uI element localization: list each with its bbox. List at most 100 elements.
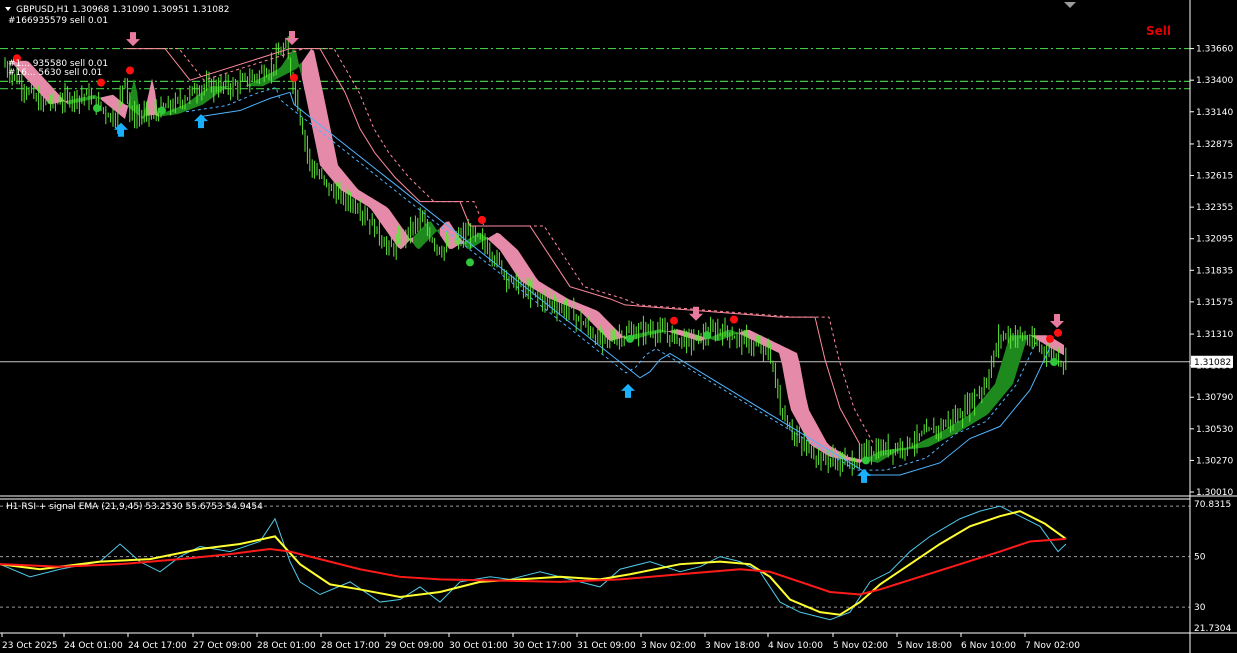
- ribbon-segment: [797, 353, 800, 427]
- time-tick-label: 23 Oct 2025: [2, 641, 58, 651]
- red-signal-dot: [290, 73, 298, 82]
- rsi-series-signal: [0, 510, 1067, 616]
- ribbon-segment: [329, 121, 332, 180]
- price-panel[interactable]: [0, 30, 1190, 483]
- ribbon-segment: [377, 201, 380, 222]
- time-tick-label: 5 Nov 18:00: [897, 641, 952, 651]
- price-tick-label: 1.31835: [1196, 266, 1233, 276]
- ribbon-segment: [785, 347, 788, 398]
- ribbon-segment: [944, 428, 947, 440]
- support-dashed: [185, 86, 1037, 471]
- axes: 1.33660 1.33400 1.33140 1.32875 1.32615 1.323…: [0, 0, 1237, 653]
- ribbon-segment: [497, 232, 500, 251]
- ribbon-segment: [416, 231, 419, 250]
- ribbon-segment: [374, 199, 377, 218]
- ribbon-segment: [1007, 335, 1010, 392]
- ribbon-segment: [1061, 343, 1064, 356]
- ribbon-segment: [809, 409, 812, 446]
- order-label-1: #166935579 sell 0.01: [8, 16, 108, 26]
- ribbon-segment: [281, 62, 284, 77]
- time-tick-label: 3 Nov 18:00: [705, 641, 760, 651]
- ribbon-segment: [122, 102, 125, 120]
- price-tick-label: 1.33660: [1196, 45, 1233, 55]
- price-tick-label: 1.31310: [1196, 330, 1233, 340]
- ribbon-segment: [551, 288, 554, 301]
- ribbon-segment: [101, 96, 104, 103]
- ribbon-segment: [314, 50, 317, 151]
- ribbon-segment: [932, 434, 935, 446]
- sell-arrow-down-icon: [126, 32, 140, 47]
- scroll-marker-icon[interactable]: [1064, 2, 1076, 8]
- labels: GBPUSD,H1 1.30968 1.31090 1.30951 1.3108…: [5, 2, 1171, 512]
- time-tick-label: 31 Oct 09:00: [577, 641, 636, 651]
- symbol-header: GBPUSD,H1 1.30968 1.31090 1.30951 1.3108…: [16, 5, 229, 15]
- ribbon-segment: [503, 236, 506, 260]
- ribbon-segment: [773, 341, 776, 352]
- ribbon-segment: [443, 221, 446, 245]
- time-tick-label: 7 Nov 02:00: [1025, 641, 1080, 651]
- ribbon-segment: [782, 345, 785, 381]
- ribbon-segment: [422, 224, 425, 247]
- ribbon-segment: [320, 78, 323, 169]
- ribbon-segment: [278, 66, 281, 79]
- ribbon-segment: [680, 329, 683, 337]
- ribbon-segment: [491, 234, 494, 245]
- sell-signal-text: Sell: [1146, 24, 1171, 38]
- ribbon-segment: [794, 351, 797, 421]
- price-tick-label: 1.31575: [1196, 298, 1233, 308]
- ribbon-segment: [383, 204, 386, 231]
- rsi-tick-label: 70.8315: [1194, 500, 1231, 510]
- ribbon-segment: [500, 233, 503, 255]
- buy-arrow-up-icon: [114, 122, 128, 137]
- ribbon-segment: [596, 310, 599, 331]
- ribbon-segment: [965, 415, 968, 429]
- ribbon-segment: [104, 96, 107, 105]
- ribbon-segment: [1055, 339, 1058, 352]
- red-signal-dot: [730, 315, 738, 324]
- rsi-tick-label: 30: [1194, 603, 1206, 613]
- ribbon-segment: [509, 242, 512, 269]
- ribbon-segment: [584, 305, 587, 319]
- ribbon-segment: [386, 206, 389, 235]
- green-signal-dot: [862, 456, 870, 465]
- red-signal-dot: [670, 316, 678, 325]
- ribbon-segment: [260, 76, 263, 87]
- ribbon-segment: [959, 419, 962, 432]
- ribbon-segment: [434, 225, 437, 235]
- ribbon-segment: [110, 94, 113, 110]
- ribbon-segment: [431, 221, 434, 238]
- ribbon-segment: [335, 150, 338, 188]
- price-tick-label: 1.30270: [1196, 456, 1233, 466]
- ribbon-segment: [323, 92, 326, 173]
- ribbon-segment: [956, 420, 959, 434]
- time-tick-label: 27 Oct 09:00: [193, 641, 252, 651]
- ribbon-segment: [506, 239, 509, 264]
- ribbon-segment: [992, 383, 995, 410]
- price-tick-label: 1.30530: [1196, 425, 1233, 435]
- ribbon-segment: [302, 57, 305, 93]
- ribbon-segment: [518, 250, 521, 282]
- ribbon-segment: [590, 307, 593, 325]
- rsi-panel[interactable]: [0, 505, 1190, 621]
- green-signal-dot: [1050, 358, 1058, 367]
- buy-arrow-up-icon: [194, 114, 208, 129]
- ribbon-segment: [326, 106, 329, 177]
- ribbon-segment: [356, 187, 359, 202]
- ribbon-segment: [971, 409, 974, 425]
- ribbon-segment: [176, 106, 179, 115]
- ribbon-segment: [392, 213, 395, 244]
- green-signal-dot: [466, 258, 474, 267]
- ribbon-segment: [668, 330, 671, 333]
- buy-arrow-up-icon: [621, 383, 635, 398]
- ribbon-segment: [1043, 335, 1046, 346]
- ribbon-segment: [308, 49, 311, 122]
- ribbon-segment: [560, 293, 563, 305]
- collapse-triangle-icon[interactable]: [5, 7, 11, 11]
- ribbon-segment: [812, 415, 815, 448]
- trailing-stop-line: [125, 48, 861, 445]
- buy-arrow-up-icon: [857, 468, 871, 483]
- gbpusd-chart[interactable]: 1.33660 1.33400 1.33140 1.32875 1.32615 1.323…: [0, 0, 1237, 653]
- ribbon-segment: [371, 197, 374, 214]
- ribbon-segment: [365, 193, 368, 207]
- order-label-3: #16... 5630 sell 0.01: [8, 68, 102, 78]
